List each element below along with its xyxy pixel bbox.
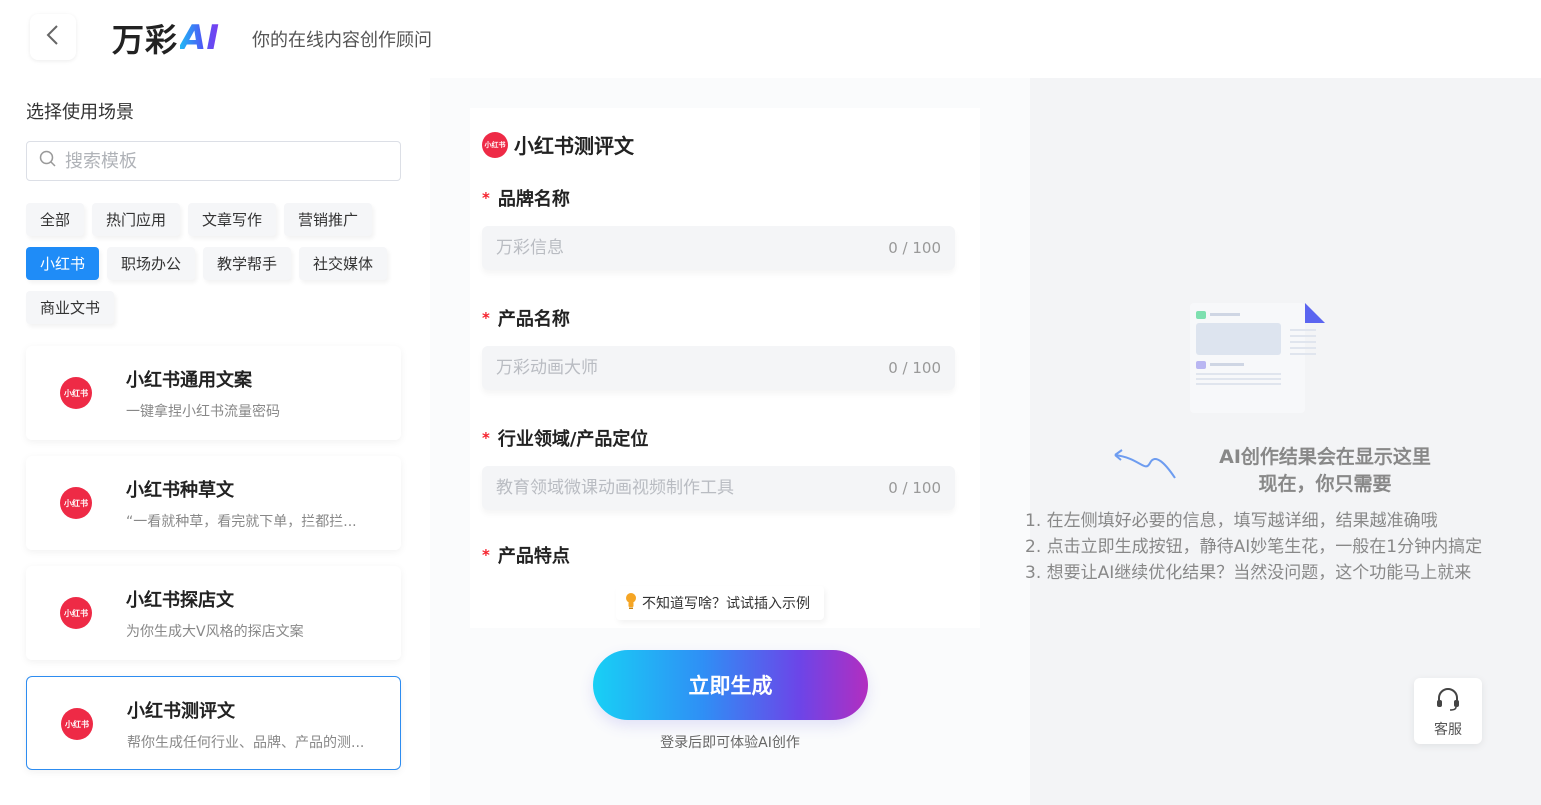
- customer-service-button[interactable]: 客服: [1414, 678, 1482, 744]
- template-card[interactable]: 小红书 小红书探店文 为你生成大V风格的探店文案: [26, 566, 401, 660]
- generate-button[interactable]: 立即生成: [593, 650, 868, 720]
- search-icon: [39, 150, 57, 172]
- xiaohongshu-logo-icon: 小红书: [61, 708, 93, 740]
- step-item: 1. 在左侧填好必要的信息，填写越详细，结果越准确哦: [1025, 511, 1438, 531]
- logo[interactable]: 万彩 AI: [112, 18, 219, 59]
- card-title: 小红书探店文: [126, 590, 234, 611]
- field-industry: * 行业领域/产品定位 0 / 100: [482, 426, 957, 510]
- tag-teaching[interactable]: 教学帮手: [203, 247, 292, 280]
- form-area: 小红书 小红书测评文 * 品牌名称 0 / 100 * 产品名称 0 / 100: [430, 78, 1030, 805]
- tag-xiaohongshu[interactable]: 小红书: [26, 247, 100, 280]
- tag-all[interactable]: 全部: [26, 203, 85, 236]
- card-title: 小红书测评文: [127, 701, 235, 722]
- industry-field[interactable]: 0 / 100: [482, 466, 955, 510]
- field-label: 行业领域/产品定位: [497, 429, 649, 450]
- required-mark: *: [482, 546, 490, 564]
- product-name-input[interactable]: [496, 358, 876, 378]
- form-panel: 小红书 小红书测评文 * 品牌名称 0 / 100 * 产品名称 0 / 100: [470, 108, 980, 628]
- xiaohongshu-logo-icon: 小红书: [60, 487, 92, 519]
- char-counter: 0 / 100: [888, 359, 941, 377]
- insert-example-button[interactable]: 不知道写啥？试试插入示例: [616, 586, 824, 620]
- xiaohongshu-logo-icon: 小红书: [60, 597, 92, 629]
- tag-social-media[interactable]: 社交媒体: [299, 247, 388, 280]
- document-illustration-icon: [1190, 303, 1330, 423]
- xiaohongshu-logo-icon: 小红书: [60, 377, 92, 409]
- template-list: 小红书 小红书通用文案 一键拿捏小红书流量密码 小红书 小红书种草文 “一看就种…: [26, 346, 401, 786]
- required-mark: *: [482, 429, 490, 447]
- template-card[interactable]: 小红书 小红书种草文 “一看就种草，看完就下单，拦都拦...: [26, 456, 401, 550]
- card-desc: “一看就种草，看完就下单，拦都拦...: [126, 514, 357, 530]
- tagline: 你的在线内容创作顾问: [252, 30, 432, 51]
- field-label: 品牌名称: [497, 189, 570, 210]
- result-subtitle: 现在，你只需要: [1258, 473, 1392, 495]
- card-title: 小红书种草文: [126, 480, 234, 501]
- search-box[interactable]: [26, 141, 401, 181]
- lightbulb-icon: [624, 592, 642, 614]
- chevron-left-icon: [45, 24, 61, 50]
- tag-business-docs[interactable]: 商业文书: [26, 291, 115, 324]
- required-mark: *: [482, 309, 490, 327]
- category-tags: 全部 热门应用 文章写作 营销推广 小红书 职场办公 教学帮手 社交媒体 商业文…: [26, 203, 416, 335]
- header: 万彩 AI 你的在线内容创作顾问: [0, 0, 1541, 78]
- logo-text: 万彩: [112, 21, 179, 59]
- headset-icon: [1435, 687, 1461, 715]
- industry-input[interactable]: [496, 478, 876, 498]
- hint-text: 不知道写啥？试试插入示例: [642, 596, 810, 612]
- step-item: 2. 点击立即生成按钮，静待AI妙笔生花，一般在1分钟内搞定: [1025, 537, 1483, 557]
- back-button[interactable]: [30, 14, 76, 60]
- template-card[interactable]: 小红书 小红书通用文案 一键拿捏小红书流量密码: [26, 346, 401, 440]
- char-counter: 0 / 100: [888, 239, 941, 257]
- char-counter: 0 / 100: [888, 479, 941, 497]
- section-title: 选择使用场景: [26, 102, 134, 123]
- field-product-features: * 产品特点: [482, 543, 957, 567]
- tag-hot-apps[interactable]: 热门应用: [92, 203, 181, 236]
- tag-article-writing[interactable]: 文章写作: [188, 203, 277, 236]
- result-area: AI创作结果会在显示这里 现在，你只需要 1. 在左侧填好必要的信息，填写越详细…: [1025, 78, 1541, 805]
- step-item: 3. 想要让AI继续优化结果？当然没问题，这个功能马上就来: [1025, 563, 1472, 583]
- field-product-name: * 产品名称 0 / 100: [482, 306, 957, 390]
- field-label: 产品特点: [497, 546, 570, 567]
- form-title: 小红书测评文: [514, 134, 634, 158]
- sidebar: 选择使用场景 全部 热门应用 文章写作 营销推广 小红书 职场办公 教学帮手 社…: [0, 78, 430, 805]
- card-desc: 帮你生成任何行业、品牌、产品的测...: [127, 735, 365, 751]
- search-input[interactable]: [65, 150, 385, 172]
- card-desc: 为你生成大V风格的探店文案: [126, 624, 304, 640]
- field-label: 产品名称: [497, 309, 570, 330]
- tag-marketing[interactable]: 营销推广: [284, 203, 373, 236]
- service-label: 客服: [1434, 722, 1462, 738]
- field-brand-name: * 品牌名称 0 / 100: [482, 186, 957, 270]
- template-card-selected[interactable]: 小红书 小红书测评文 帮你生成任何行业、品牌、产品的测...: [26, 676, 401, 770]
- tag-office[interactable]: 职场办公: [107, 247, 196, 280]
- login-note: 登录后即可体验AI创作: [660, 735, 800, 751]
- card-title: 小红书通用文案: [126, 370, 252, 391]
- form-header: 小红书 小红书测评文: [482, 130, 634, 159]
- logo-ai: AI: [180, 18, 219, 58]
- result-title: AI创作结果会在显示这里: [1219, 446, 1431, 468]
- instruction-steps: 1. 在左侧填好必要的信息，填写越详细，结果越准确哦 2. 点击立即生成按钮，静…: [1025, 508, 1482, 586]
- product-name-field[interactable]: 0 / 100: [482, 346, 955, 390]
- brand-name-field[interactable]: 0 / 100: [482, 226, 955, 270]
- card-desc: 一键拿捏小红书流量密码: [126, 404, 280, 420]
- xiaohongshu-logo-icon: 小红书: [482, 131, 508, 158]
- required-mark: *: [482, 189, 490, 207]
- brand-name-input[interactable]: [496, 238, 876, 258]
